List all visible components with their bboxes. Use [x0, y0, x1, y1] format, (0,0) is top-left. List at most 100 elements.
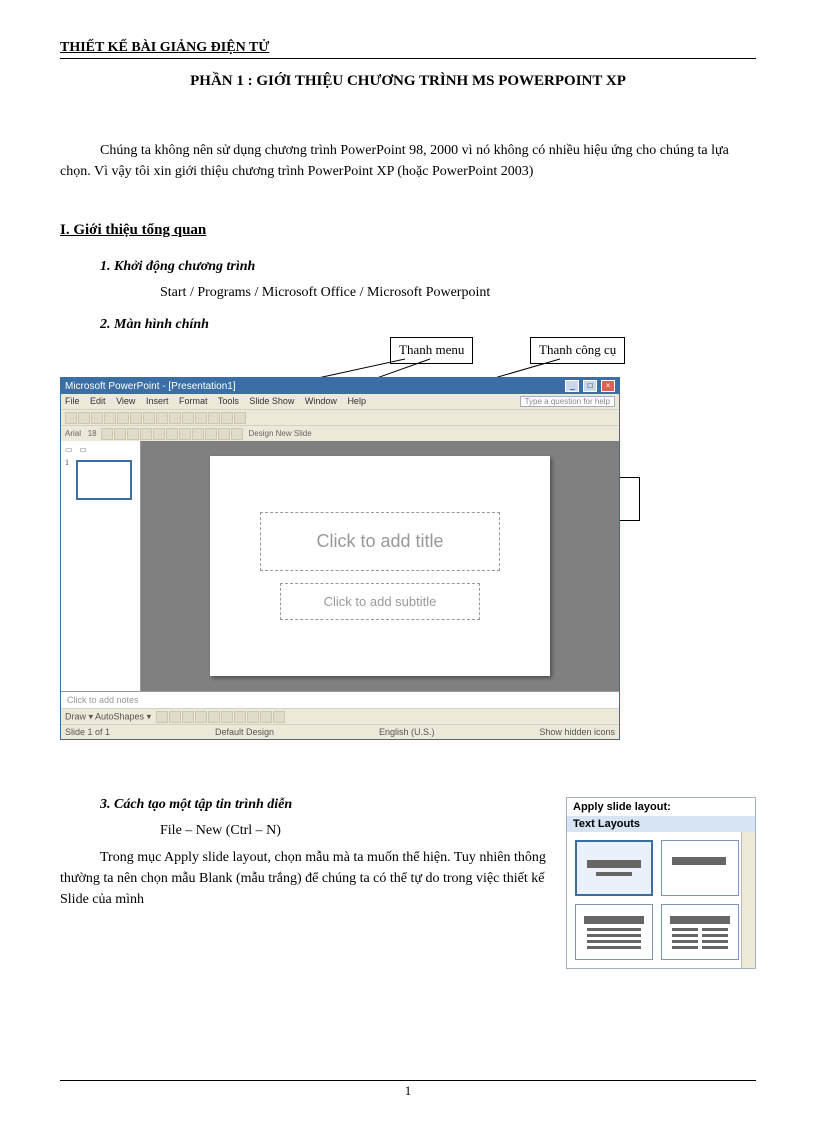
sub-3-paragraph: Trong mục Apply slide layout, chọn mẫu m… [60, 847, 546, 910]
menu-tools[interactable]: Tools [218, 396, 239, 406]
font-name-combo[interactable]: Arial [65, 429, 81, 438]
print-icon[interactable] [104, 412, 116, 424]
draw-menu[interactable]: Draw ▾ AutoShapes ▾ [65, 711, 151, 721]
formatting-toolbar[interactable]: Arial 18 Design New Slide [61, 425, 619, 441]
align-center-icon[interactable] [166, 428, 178, 440]
layout-title-content[interactable] [575, 904, 653, 960]
close-icon[interactable]: × [601, 380, 615, 392]
section-1-title: I. Giới thiệu tổng quan [60, 222, 756, 239]
status-design: Default Design [215, 727, 274, 737]
menu-format[interactable]: Format [179, 396, 208, 406]
align-left-icon[interactable] [153, 428, 165, 440]
fontcolor-icon[interactable] [273, 711, 285, 723]
page-footer: 1 [60, 1080, 756, 1099]
drawing-toolbar[interactable]: Draw ▾ AutoShapes ▾ [61, 708, 619, 724]
chart-icon[interactable] [208, 412, 220, 424]
layout-title-slide[interactable] [575, 840, 653, 896]
arrow-icon[interactable] [169, 711, 181, 723]
layout-pane-title: Apply slide layout: [567, 798, 755, 816]
new-icon[interactable] [65, 412, 77, 424]
fillcolor-icon[interactable] [247, 711, 259, 723]
document-header: THIẾT KẾ BÀI GIẢNG ĐIỆN TỬ [60, 40, 756, 59]
menu-items[interactable]: File Edit View Insert Format Tools Slide… [65, 396, 374, 407]
sub-3-title: 3. Cách tạo một tập tin trình diễn [100, 797, 546, 813]
layout-two-content[interactable] [661, 904, 739, 960]
bullets-icon[interactable] [192, 428, 204, 440]
slide-thumbnail[interactable] [76, 460, 132, 500]
open-icon[interactable] [78, 412, 90, 424]
ppt-body: ▭ ▭ 1 Click to add title Click to add su… [61, 441, 619, 691]
menu-help[interactable]: Help [347, 396, 366, 406]
ppt-title-text: Microsoft PowerPoint - [Presentation1] [65, 381, 236, 392]
ppt-menubar[interactable]: File Edit View Insert Format Tools Slide… [61, 394, 619, 409]
font-decrease-icon[interactable] [218, 428, 230, 440]
wordart-icon[interactable] [221, 711, 233, 723]
cut-icon[interactable] [143, 412, 155, 424]
slide-edit-area[interactable]: Click to add title Click to add subtitle [141, 441, 619, 691]
part-title: PHẦN 1 : GIỚI THIỆU CHƯƠNG TRÌNH MS POWE… [60, 73, 756, 90]
oval-icon[interactable] [195, 711, 207, 723]
layout-category: Text Layouts [567, 816, 755, 832]
sub-1-title: 1. Khởi động chương trình [100, 259, 756, 275]
save-icon[interactable] [91, 412, 103, 424]
ppt-titlebar: Microsoft PowerPoint - [Presentation1] _… [61, 378, 619, 394]
font-increase-icon[interactable] [205, 428, 217, 440]
textbox-icon[interactable] [208, 711, 220, 723]
slide-panel[interactable]: ▭ ▭ 1 [61, 441, 141, 691]
status-bar: Slide 1 of 1 Default Design English (U.S… [61, 724, 619, 739]
status-hidden-icons[interactable]: Show hidden icons [539, 727, 615, 737]
panel-tabs[interactable]: ▭ ▭ [65, 445, 136, 454]
clipart-icon[interactable] [234, 711, 246, 723]
figure-area: Thanh menu Thanh công cụ Khung hiển thị … [60, 337, 756, 767]
title-placeholder[interactable]: Click to add title [260, 512, 500, 571]
subtitle-placeholder[interactable]: Click to add subtitle [280, 583, 480, 620]
status-slide-count: Slide 1 of 1 [65, 727, 110, 737]
spell-icon[interactable] [130, 412, 142, 424]
maximize-icon[interactable]: □ [583, 380, 597, 392]
menu-slideshow[interactable]: Slide Show [249, 396, 294, 406]
menu-edit[interactable]: Edit [90, 396, 106, 406]
font-size-combo[interactable]: 18 [88, 429, 97, 438]
notes-pane[interactable]: Click to add notes [61, 691, 619, 708]
redo-icon[interactable] [195, 412, 207, 424]
page-number: 1 [405, 1083, 412, 1098]
copy-icon[interactable] [156, 412, 168, 424]
line-icon[interactable] [156, 711, 168, 723]
layout-grid [567, 832, 755, 968]
intro-paragraph: Chúng ta không nên sử dụng chương trình … [60, 140, 756, 182]
menu-view[interactable]: View [116, 396, 135, 406]
design-newslide-buttons[interactable]: Design New Slide [249, 429, 312, 438]
status-language: English (U.S.) [379, 727, 435, 737]
font-color-icon[interactable] [231, 428, 243, 440]
paste-icon[interactable] [169, 412, 181, 424]
table-icon[interactable] [221, 412, 233, 424]
help-search-box[interactable]: Type a question for help [520, 396, 615, 407]
italic-icon[interactable] [114, 428, 126, 440]
rect-icon[interactable] [182, 711, 194, 723]
bold-icon[interactable] [101, 428, 113, 440]
sub-1-body: Start / Programs / Microsoft Office / Mi… [160, 285, 756, 301]
callout-toolbar: Thanh công cụ [530, 337, 625, 364]
sub-3-body: File – New (Ctrl – N) [160, 823, 546, 839]
shadow-icon[interactable] [140, 428, 152, 440]
linecolor-icon[interactable] [260, 711, 272, 723]
menu-file[interactable]: File [65, 396, 80, 406]
underline-icon[interactable] [127, 428, 139, 440]
window-controls[interactable]: _ □ × [564, 380, 615, 392]
slide-thumb-number: 1 [65, 458, 69, 467]
layout-scrollbar[interactable] [741, 832, 755, 968]
layout-title-only[interactable] [661, 840, 739, 896]
sub-2-title: 2. Màn hình chính [100, 317, 756, 333]
menu-window[interactable]: Window [305, 396, 337, 406]
preview-icon[interactable] [117, 412, 129, 424]
current-slide[interactable]: Click to add title Click to add subtitle [210, 456, 550, 676]
undo-icon[interactable] [182, 412, 194, 424]
align-right-icon[interactable] [179, 428, 191, 440]
menu-insert[interactable]: Insert [146, 396, 169, 406]
minimize-icon[interactable]: _ [565, 380, 579, 392]
standard-toolbar[interactable] [61, 409, 619, 425]
zoom-icon[interactable] [234, 412, 246, 424]
slide-layout-pane[interactable]: Apply slide layout: Text Layouts [566, 797, 756, 969]
powerpoint-window: Microsoft PowerPoint - [Presentation1] _… [60, 377, 620, 740]
section-3-row: 3. Cách tạo một tập tin trình diễn File … [60, 797, 756, 969]
